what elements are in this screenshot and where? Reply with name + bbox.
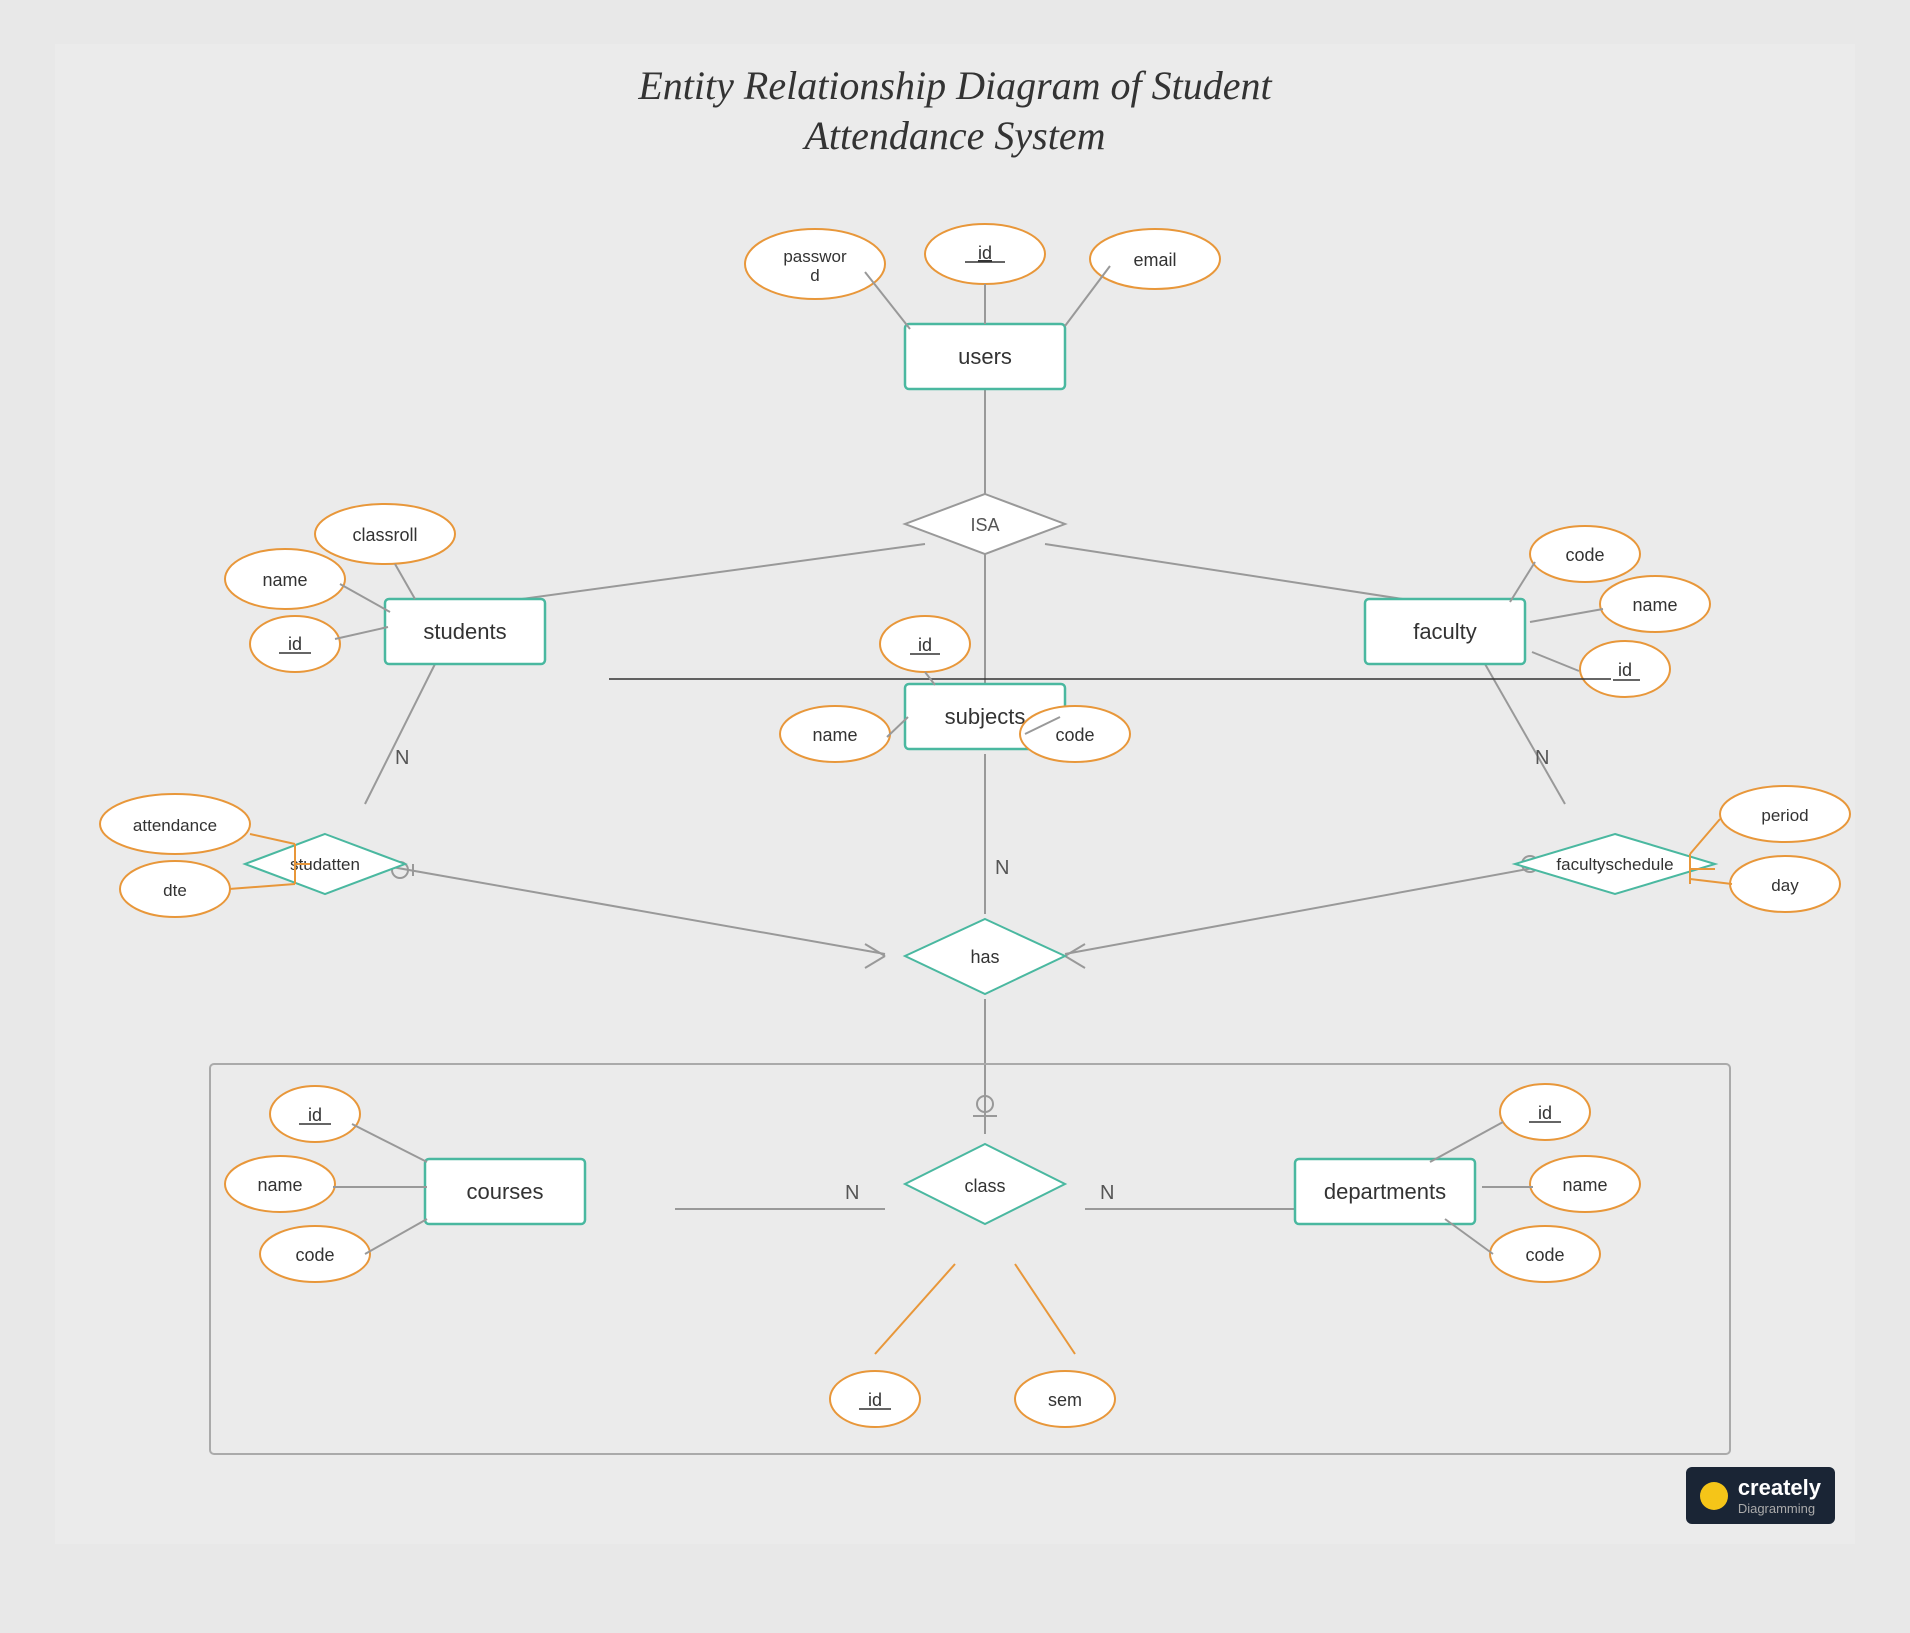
svg-text:d: d [810, 266, 819, 285]
attr-courses-code-label: code [295, 1245, 334, 1265]
watermark-bulb-icon [1700, 1482, 1728, 1510]
entity-users-label: users [958, 344, 1012, 369]
attr-students-name-label: name [262, 570, 307, 590]
attr-depts-code-label: code [1525, 1245, 1564, 1265]
attr-users-password-label: passwor [783, 247, 847, 266]
watermark-brand: creately Diagramming [1738, 1475, 1821, 1516]
rel-has-label: has [970, 947, 999, 967]
watermark: creately Diagramming [1686, 1467, 1835, 1524]
attr-depts-name-label: name [1562, 1175, 1607, 1195]
n-label-students: N [395, 747, 409, 769]
n-label-class-courses: N [845, 1182, 859, 1204]
entity-subjects-label: subjects [945, 704, 1026, 729]
attr-class-id-label: id [868, 1390, 882, 1410]
rel-facultyschedule-label: facultyschedule [1556, 855, 1673, 874]
attr-fs-period-label: period [1761, 806, 1808, 825]
n-label-subjects: N [995, 857, 1009, 879]
title-line2: Attendance System [802, 113, 1106, 158]
rel-isa-label: ISA [970, 515, 999, 535]
attr-fs-day-label: day [1771, 876, 1799, 895]
attr-subjects-name-label: name [812, 725, 857, 745]
attr-courses-id-label: id [308, 1105, 322, 1125]
attr-subjects-id-label: id [918, 635, 932, 655]
attr-depts-id-label: id [1538, 1103, 1552, 1123]
attr-faculty-code-label: code [1565, 545, 1604, 565]
n-label-faculty: N [1535, 747, 1549, 769]
attr-faculty-name-label: name [1632, 595, 1677, 615]
attr-courses-name-label: name [257, 1175, 302, 1195]
attr-studatten-attendance-label: attendance [133, 816, 217, 835]
n-label-class-depts: N [1100, 1182, 1114, 1204]
title-line1: Entity Relationship Diagram of Student [637, 63, 1272, 108]
attr-students-id-label: id [288, 634, 302, 654]
attr-students-classroll-label: classroll [352, 525, 417, 545]
attr-subjects-code-label: code [1055, 725, 1094, 745]
attr-faculty-id-label: id [1618, 660, 1632, 680]
rel-class-label: class [964, 1176, 1005, 1196]
entity-faculty-label: faculty [1413, 619, 1477, 644]
attr-users-email-label: email [1133, 250, 1176, 270]
entity-departments-label: departments [1324, 1179, 1446, 1204]
er-diagram: Entity Relationship Diagram of Student A… [55, 44, 1855, 1544]
attr-studatten-dte-label: dte [163, 881, 187, 900]
entity-students-label: students [423, 619, 506, 644]
attr-class-sem-label: sem [1048, 1390, 1082, 1410]
main-container: Entity Relationship Diagram of Student A… [55, 44, 1855, 1544]
attr-users-id-label: id [978, 243, 992, 263]
entity-courses-label: courses [466, 1179, 543, 1204]
